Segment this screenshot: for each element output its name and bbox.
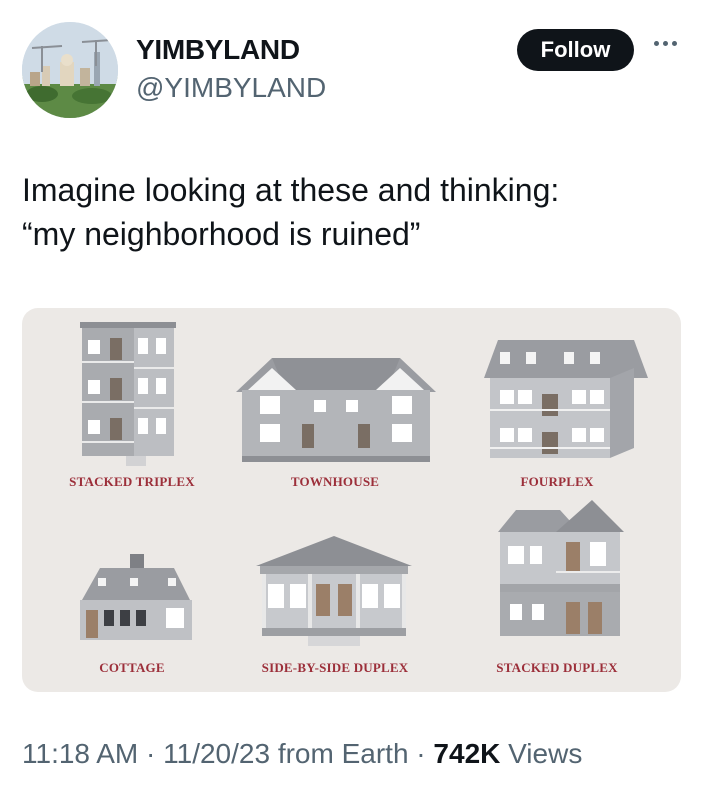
tweet-source: from Earth — [270, 738, 409, 769]
tweet-time[interactable]: 11:18 AM — [22, 738, 138, 769]
author-name[interactable]: YIMBYLAND — [136, 34, 300, 66]
tweet-line: “my neighborhood is ruined” — [22, 216, 421, 252]
townhouse-illustration — [236, 352, 436, 464]
views-count[interactable]: 742K — [433, 738, 500, 769]
stacked-triplex-illustration — [78, 320, 178, 468]
separator: · — [408, 738, 434, 769]
caption-side-by-side-duplex: SIDE-BY-SIDE DUPLEX — [261, 660, 409, 675]
caption-cottage: COTTAGE — [99, 660, 165, 675]
author-handle[interactable]: @YIMBYLAND — [136, 72, 326, 104]
views-label: Views — [500, 738, 583, 769]
side-by-side-duplex-illustration — [256, 534, 412, 650]
author-avatar[interactable] — [22, 22, 118, 118]
tweet-text: Imagine looking at these and thinking: “… — [22, 168, 682, 256]
caption-stacked-duplex: STACKED DUPLEX — [496, 660, 618, 675]
cottage-illustration — [78, 552, 194, 642]
tweet-media-image[interactable]: STACKED TRIPLEX TOWNHOUSE FOURPLEX COTTA… — [22, 308, 681, 692]
caption-townhouse: TOWNHOUSE — [290, 474, 380, 489]
avatar-image — [22, 22, 118, 118]
tweet-date[interactable]: 11/20/23 — [163, 738, 270, 769]
caption-stacked-triplex: STACKED TRIPLEX — [69, 474, 195, 489]
tweet-meta: 11:18 AM · 11/20/23 from Earth · 742K Vi… — [22, 738, 582, 770]
more-horizontal-icon[interactable] — [652, 38, 680, 50]
stacked-duplex-illustration — [496, 498, 626, 640]
fourplex-illustration — [484, 338, 648, 462]
tweet-line: Imagine looking at these and thinking: — [22, 172, 560, 208]
caption-fourplex: FOURPLEX — [520, 474, 594, 489]
follow-button[interactable]: Follow — [517, 29, 634, 71]
separator: · — [138, 738, 164, 769]
